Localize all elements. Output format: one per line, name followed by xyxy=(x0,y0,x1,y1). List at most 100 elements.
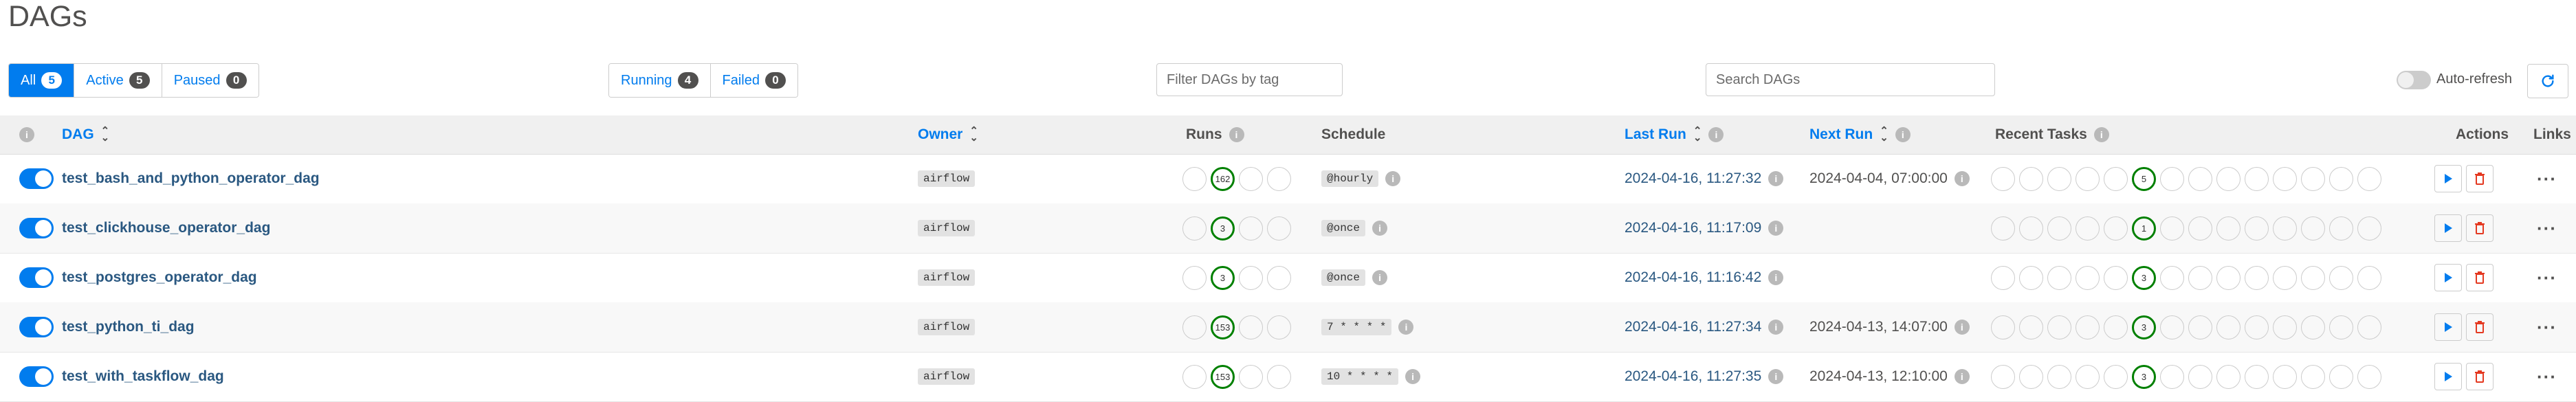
dag-pause-toggle[interactable] xyxy=(19,366,54,387)
task-state-circle[interactable] xyxy=(1991,216,2015,241)
more-links-icon[interactable]: ··· xyxy=(2537,366,2557,388)
run-state-circle[interactable] xyxy=(1267,166,1291,191)
task-state-circle[interactable] xyxy=(2160,364,2184,389)
task-state-circle[interactable] xyxy=(2216,216,2241,241)
dag-id-link[interactable]: test_postgres_operator_dag xyxy=(62,269,257,286)
trigger-dag-button[interactable] xyxy=(2434,363,2462,390)
info-icon[interactable]: i xyxy=(1768,171,1784,186)
task-state-circle[interactable] xyxy=(2104,166,2128,191)
run-state-circle[interactable] xyxy=(1182,216,1207,241)
task-state-circle[interactable] xyxy=(2329,166,2353,191)
owner-tag[interactable]: airflow xyxy=(918,269,976,286)
info-icon[interactable]: i xyxy=(1708,127,1724,142)
run-state-circle[interactable] xyxy=(1267,216,1291,241)
dag-pause-toggle[interactable] xyxy=(19,218,54,238)
run-state-circle[interactable] xyxy=(1267,265,1291,290)
last-run-link[interactable]: 2024-04-16, 11:17:09 xyxy=(1625,220,1761,236)
task-state-circle[interactable] xyxy=(2019,216,2043,241)
task-state-circle[interactable] xyxy=(2047,364,2071,389)
task-state-circle[interactable] xyxy=(2160,166,2184,191)
last-run-link[interactable]: 2024-04-16, 11:27:35 xyxy=(1625,368,1761,385)
search-input[interactable] xyxy=(1706,63,1995,96)
task-state-circle[interactable] xyxy=(2076,265,2100,290)
task-state-circle[interactable] xyxy=(2245,166,2269,191)
task-state-circle[interactable] xyxy=(2329,315,2353,339)
task-state-circle[interactable] xyxy=(2273,265,2297,290)
task-state-circle[interactable]: 5 xyxy=(2132,166,2156,191)
run-state-circle[interactable] xyxy=(1182,265,1207,290)
info-icon[interactable]: i xyxy=(1768,369,1784,384)
task-state-circle[interactable] xyxy=(2047,315,2071,339)
run-state-circle[interactable]: 3 xyxy=(1211,265,1235,290)
trigger-dag-button[interactable] xyxy=(2434,214,2462,242)
task-state-circle[interactable] xyxy=(2245,265,2269,290)
dag-id-link[interactable]: test_with_taskflow_dag xyxy=(62,368,224,385)
run-state-circle[interactable]: 3 xyxy=(1211,216,1235,241)
task-state-circle[interactable] xyxy=(2104,315,2128,339)
info-icon[interactable]: i xyxy=(2093,127,2109,142)
task-state-circle[interactable] xyxy=(2104,216,2128,241)
dag-pause-toggle[interactable] xyxy=(19,168,54,189)
info-icon[interactable]: i xyxy=(1398,320,1414,335)
owner-tag[interactable]: airflow xyxy=(918,319,976,335)
trigger-dag-button[interactable] xyxy=(2434,313,2462,341)
refresh-button[interactable] xyxy=(2527,64,2568,98)
run-state-circle[interactable] xyxy=(1239,166,1263,191)
task-state-circle[interactable] xyxy=(2076,364,2100,389)
task-state-circle[interactable] xyxy=(1991,315,2015,339)
column-dag[interactable]: DAG ⌃ ⌄ xyxy=(62,115,109,154)
filter-active-button[interactable]: Active 5 xyxy=(74,64,162,97)
last-run-link[interactable]: 2024-04-16, 11:16:42 xyxy=(1625,269,1761,286)
task-state-circle[interactable] xyxy=(2273,166,2297,191)
delete-dag-button[interactable] xyxy=(2466,264,2494,291)
filter-paused-button[interactable]: Paused 0 xyxy=(162,64,258,97)
more-links-icon[interactable]: ··· xyxy=(2537,168,2557,190)
info-icon[interactable]: i xyxy=(1768,221,1784,236)
task-state-circle[interactable] xyxy=(2216,364,2241,389)
task-state-circle[interactable] xyxy=(2019,315,2043,339)
task-state-circle[interactable] xyxy=(2301,315,2325,339)
owner-tag[interactable]: airflow xyxy=(918,170,976,187)
column-owner[interactable]: Owner ⌃ ⌄ xyxy=(918,115,978,154)
info-icon[interactable]: i xyxy=(1372,270,1388,285)
auto-refresh-toggle[interactable] xyxy=(2397,71,2431,89)
task-state-circle[interactable] xyxy=(2160,265,2184,290)
task-state-circle[interactable] xyxy=(2301,364,2325,389)
info-icon[interactable]: i xyxy=(1954,171,1970,186)
run-state-circle[interactable] xyxy=(1239,265,1263,290)
task-state-circle[interactable] xyxy=(2104,364,2128,389)
task-state-circle[interactable] xyxy=(2076,315,2100,339)
task-state-circle[interactable] xyxy=(2329,265,2353,290)
run-state-circle[interactable] xyxy=(1267,364,1291,389)
run-state-circle[interactable] xyxy=(1239,364,1263,389)
task-state-circle[interactable] xyxy=(2188,265,2212,290)
run-state-circle[interactable] xyxy=(1239,216,1263,241)
task-state-circle[interactable] xyxy=(2216,166,2241,191)
task-state-circle[interactable] xyxy=(2245,364,2269,389)
last-run-link[interactable]: 2024-04-16, 11:27:32 xyxy=(1625,170,1761,187)
info-icon[interactable]: i xyxy=(1385,171,1401,186)
trigger-dag-button[interactable] xyxy=(2434,264,2462,291)
task-state-circle[interactable]: 3 xyxy=(2132,265,2156,290)
task-state-circle[interactable] xyxy=(2357,265,2381,290)
task-state-circle[interactable] xyxy=(2245,315,2269,339)
task-state-circle[interactable] xyxy=(2047,216,2071,241)
task-state-circle[interactable] xyxy=(2301,216,2325,241)
run-state-circle[interactable] xyxy=(1267,315,1291,339)
filter-failed-button[interactable]: Failed 0 xyxy=(710,64,797,97)
task-state-circle[interactable] xyxy=(2329,364,2353,389)
task-state-circle[interactable]: 3 xyxy=(2132,364,2156,389)
task-state-circle[interactable] xyxy=(2245,216,2269,241)
run-state-circle[interactable] xyxy=(1182,166,1207,191)
task-state-circle[interactable] xyxy=(2357,216,2381,241)
filter-all-button[interactable]: All 5 xyxy=(9,64,75,97)
run-state-circle[interactable]: 153 xyxy=(1211,315,1235,339)
task-state-circle[interactable] xyxy=(2160,216,2184,241)
run-state-circle[interactable] xyxy=(1239,315,1263,339)
task-state-circle[interactable] xyxy=(2357,315,2381,339)
task-state-circle[interactable] xyxy=(2019,364,2043,389)
task-state-circle[interactable] xyxy=(2273,216,2297,241)
task-state-circle[interactable] xyxy=(2019,166,2043,191)
trigger-dag-button[interactable] xyxy=(2434,165,2462,192)
task-state-circle[interactable] xyxy=(1991,265,2015,290)
